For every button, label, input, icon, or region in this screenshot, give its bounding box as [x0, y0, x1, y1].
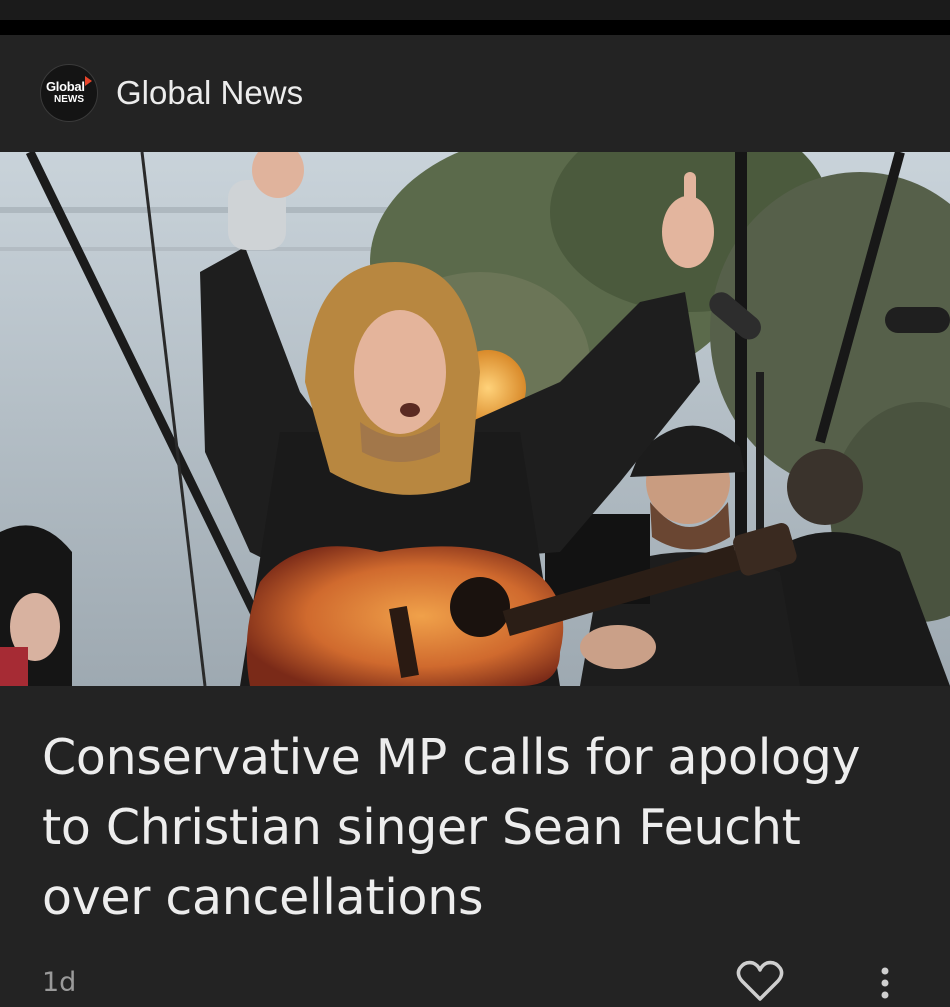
article-hero-image[interactable]	[0, 152, 950, 686]
like-button[interactable]	[736, 960, 784, 1002]
more-options-button[interactable]	[870, 963, 900, 1003]
source-name[interactable]: Global News	[116, 74, 303, 112]
logo-text-news: NEWS	[54, 94, 84, 105]
news-card[interactable]: Global NEWS Global News Conservative MP …	[0, 35, 950, 1003]
heart-outline-icon	[736, 960, 784, 1001]
article-headline[interactable]: Conservative MP calls for apology to Chr…	[42, 723, 912, 933]
source-row[interactable]: Global NEWS Global News	[40, 63, 303, 123]
global-news-logo: Global NEWS	[40, 64, 98, 122]
feed-divider	[0, 20, 950, 35]
logo-arrow-mark	[85, 76, 92, 86]
status-bar-strip	[0, 0, 950, 20]
logo-text-global: Global	[46, 79, 85, 94]
article-timestamp: 1d	[42, 967, 77, 998]
vertical-ellipsis-icon	[881, 967, 889, 999]
